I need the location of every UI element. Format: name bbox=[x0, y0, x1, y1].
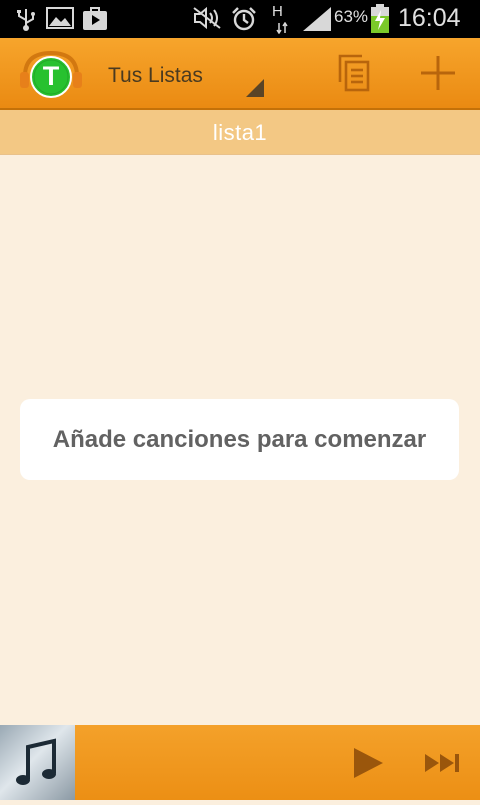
empty-state-message: Añade canciones para comenzar bbox=[52, 426, 427, 453]
play-icon bbox=[354, 748, 383, 778]
playlist-title: lista1 bbox=[212, 120, 268, 145]
status-bar: H 63% 16:04 bbox=[0, 0, 480, 38]
data-arrows-icon bbox=[276, 21, 288, 39]
music-note-icon bbox=[16, 738, 56, 785]
signal-icon bbox=[302, 6, 332, 37]
dropdown-triangle-icon bbox=[246, 79, 264, 102]
app-logo[interactable]: T bbox=[18, 50, 84, 100]
copy-icon bbox=[338, 54, 370, 92]
player-bar bbox=[0, 725, 480, 800]
empty-state-card: Añade canciones para comenzar bbox=[20, 399, 459, 480]
next-button[interactable] bbox=[423, 749, 463, 777]
play-store-icon bbox=[82, 6, 108, 37]
battery-charging-icon bbox=[370, 4, 390, 39]
play-button[interactable] bbox=[348, 743, 388, 783]
alarm-icon bbox=[230, 6, 258, 37]
battery-percent: 63% bbox=[334, 7, 369, 26]
list-selector-spinner[interactable]: Tus Listas bbox=[100, 48, 270, 104]
usb-icon bbox=[14, 6, 38, 37]
copy-button[interactable] bbox=[332, 50, 380, 98]
next-icon bbox=[425, 754, 459, 772]
clock: 16:04 bbox=[398, 4, 461, 32]
playlist-header: lista1 bbox=[0, 110, 480, 155]
album-art[interactable] bbox=[0, 725, 75, 800]
image-icon bbox=[46, 6, 74, 35]
add-list-button[interactable] bbox=[414, 50, 462, 98]
network-type-label: H bbox=[272, 3, 283, 20]
action-bar: T Tus Listas bbox=[0, 38, 480, 110]
spinner-label: Tus Listas bbox=[108, 64, 203, 87]
add-icon bbox=[421, 56, 455, 90]
mute-icon bbox=[192, 6, 222, 35]
logo-letter: T bbox=[42, 61, 60, 91]
